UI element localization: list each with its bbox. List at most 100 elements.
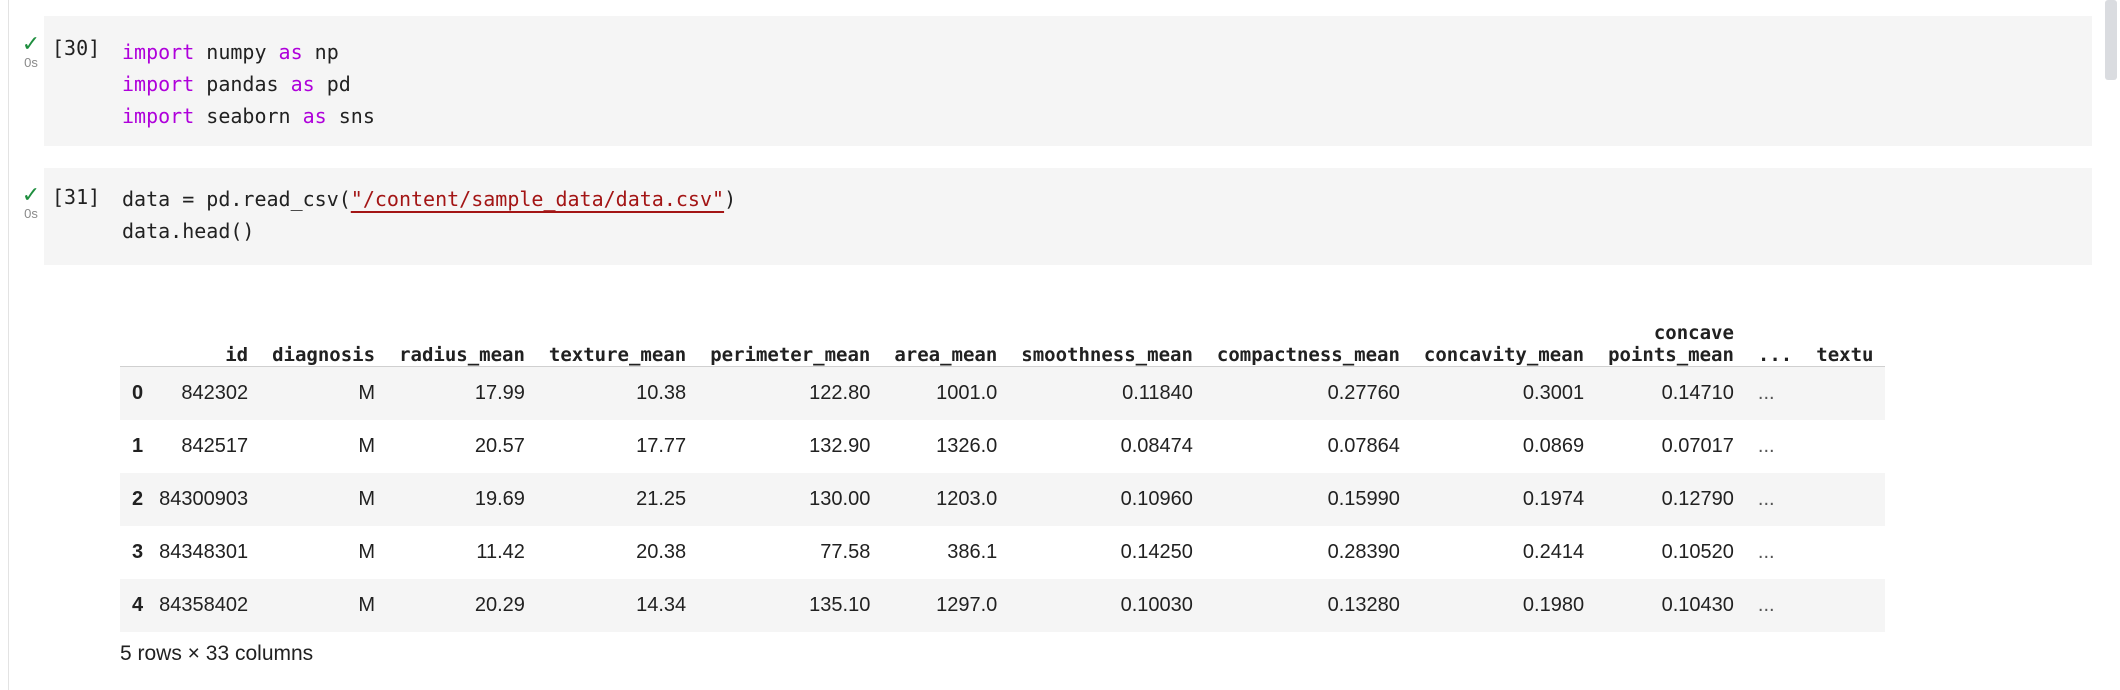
code-line: import pandas as pd bbox=[122, 68, 375, 100]
table-cell: 842517 bbox=[147, 420, 261, 473]
table-cell: 1297.0 bbox=[882, 579, 1010, 632]
table-cell: M bbox=[260, 473, 388, 526]
table-cell: 0.10030 bbox=[1009, 579, 1205, 632]
table-cell: 0.2414 bbox=[1411, 526, 1597, 579]
column-header bbox=[120, 280, 148, 367]
table-cell: 20.38 bbox=[536, 526, 699, 579]
cell-run-status[interactable]: ✓ 0s bbox=[15, 185, 47, 221]
execution-time: 0s bbox=[24, 55, 38, 70]
table-cell: 0.11840 bbox=[1009, 366, 1205, 420]
code-token: seaborn bbox=[194, 104, 303, 128]
table-cell: 11.42 bbox=[387, 526, 537, 579]
table-cell: 17.77 bbox=[536, 420, 699, 473]
table-row: 3 84348301 M 11.42 20.38 77.58 386.1 0.14250 0.2… bbox=[120, 526, 1886, 579]
table-cell: 0.3001 bbox=[1411, 366, 1597, 420]
column-header: texture_mean bbox=[536, 280, 699, 367]
code-editor[interactable]: import numpy as np import pandas as pd imp… bbox=[122, 36, 375, 132]
table-cell: 20.57 bbox=[387, 420, 537, 473]
table-cell: 0.1974 bbox=[1411, 473, 1597, 526]
table-cell: 0.10520 bbox=[1596, 526, 1746, 579]
table-cell: 19.69 bbox=[387, 473, 537, 526]
code-cell-31[interactable]: [31] data = pd.read_csv("/content/sample… bbox=[44, 168, 2092, 265]
column-header: compactness_mean bbox=[1204, 280, 1412, 367]
checkmark-icon: ✓ bbox=[21, 183, 41, 208]
code-token: numpy bbox=[194, 40, 279, 64]
column-header: perimeter_mean bbox=[698, 280, 883, 367]
table-cell: 0.12790 bbox=[1596, 473, 1746, 526]
scrollbar-thumb[interactable] bbox=[2105, 0, 2117, 80]
table-cell: 0.07017 bbox=[1596, 420, 1746, 473]
checkmark-icon: ✓ bbox=[21, 32, 41, 57]
code-editor[interactable]: data = pd.read_csv("/content/sample_data… bbox=[122, 183, 736, 247]
code-token: ) bbox=[724, 187, 737, 211]
column-header: ... bbox=[1745, 280, 1805, 367]
execution-time: 0s bbox=[24, 206, 38, 221]
code-keyword: as bbox=[302, 104, 327, 128]
table-cell: 17.99 bbox=[387, 366, 537, 420]
table-cell: 84358402 bbox=[147, 579, 261, 632]
table-cell: 0.0869 bbox=[1411, 420, 1597, 473]
execution-count: [30] bbox=[52, 36, 101, 60]
table-cell: 122.80 bbox=[698, 366, 883, 420]
table-cell: 1326.0 bbox=[882, 420, 1010, 473]
table-cell: 0.1980 bbox=[1411, 579, 1597, 632]
code-keyword: as bbox=[290, 72, 315, 96]
column-header: diagnosis bbox=[260, 280, 388, 367]
code-token: data = pd.read_csv( bbox=[122, 187, 351, 211]
code-token: sns bbox=[326, 104, 375, 128]
table-cell: 0.28390 bbox=[1204, 526, 1412, 579]
table-cell: 0.27760 bbox=[1204, 366, 1412, 420]
code-keyword: import bbox=[122, 104, 195, 128]
table-cell: 1001.0 bbox=[882, 366, 1010, 420]
column-header: textu bbox=[1804, 280, 1886, 367]
table-cell: M bbox=[260, 579, 388, 632]
table-row: 4 84358402 M 20.29 14.34 135.10 1297.0 0.10030 0… bbox=[120, 579, 1886, 632]
column-header: concave points_mean bbox=[1596, 280, 1746, 367]
table-cell: 84348301 bbox=[147, 526, 261, 579]
row-index: 4 bbox=[120, 579, 148, 632]
cell-run-status[interactable]: ✓ 0s bbox=[15, 34, 47, 70]
table-cell: ... bbox=[1745, 366, 1805, 420]
table-cell: 20.29 bbox=[387, 579, 537, 632]
table-row: 1 842517 M 20.57 17.77 132.90 1326.0 0.08474 0.0… bbox=[120, 420, 1886, 473]
row-index: 1 bbox=[120, 420, 148, 473]
code-keyword: import bbox=[122, 40, 195, 64]
table-row: 0 842302 M 17.99 10.38 122.80 1001.0 0.11840 0.2… bbox=[120, 366, 1886, 420]
table-cell: ... bbox=[1745, 579, 1805, 632]
table-cell: 135.10 bbox=[698, 579, 883, 632]
table-cell: 386.1 bbox=[882, 526, 1010, 579]
table-cell: 842302 bbox=[147, 366, 261, 420]
table-cell: 0.07864 bbox=[1204, 420, 1412, 473]
table-cell: 0.08474 bbox=[1009, 420, 1205, 473]
code-cell-30[interactable]: [30] import numpy as np import pandas as … bbox=[44, 16, 2092, 146]
code-token: np bbox=[302, 40, 339, 64]
table-cell bbox=[1804, 526, 1886, 579]
scrollbar[interactable] bbox=[2102, 0, 2120, 690]
code-line: data.head() bbox=[122, 215, 736, 247]
code-keyword: import bbox=[122, 72, 195, 96]
notebook-gutter-line bbox=[8, 0, 9, 690]
table-cell: 0.15990 bbox=[1204, 473, 1412, 526]
code-token: data.head() bbox=[122, 219, 255, 243]
table-cell bbox=[1804, 366, 1886, 420]
dataframe-shape-label: 5 rows × 33 columns bbox=[120, 642, 314, 665]
table-cell: 10.38 bbox=[536, 366, 699, 420]
table-cell: 132.90 bbox=[698, 420, 883, 473]
code-keyword: as bbox=[278, 40, 303, 64]
column-header: id bbox=[147, 280, 261, 367]
row-index: 0 bbox=[120, 366, 148, 420]
column-header: concavity_mean bbox=[1411, 280, 1597, 367]
table-cell: 0.14710 bbox=[1596, 366, 1746, 420]
column-header: area_mean bbox=[882, 280, 1010, 367]
table-cell: 0.13280 bbox=[1204, 579, 1412, 632]
code-string: "/content/sample_data/data.csv" bbox=[350, 187, 725, 211]
table-cell bbox=[1804, 579, 1886, 632]
code-line: import numpy as np bbox=[122, 36, 375, 68]
execution-count: [31] bbox=[52, 185, 101, 209]
dataframe-table: id diagnosis radius_mean texture_mean perime… bbox=[120, 280, 1886, 632]
table-cell: 130.00 bbox=[698, 473, 883, 526]
code-line: data = pd.read_csv("/content/sample_data… bbox=[122, 183, 736, 215]
cell-output: id diagnosis radius_mean texture_mean perime… bbox=[120, 280, 2092, 632]
row-index: 3 bbox=[120, 526, 148, 579]
table-cell: 77.58 bbox=[698, 526, 883, 579]
